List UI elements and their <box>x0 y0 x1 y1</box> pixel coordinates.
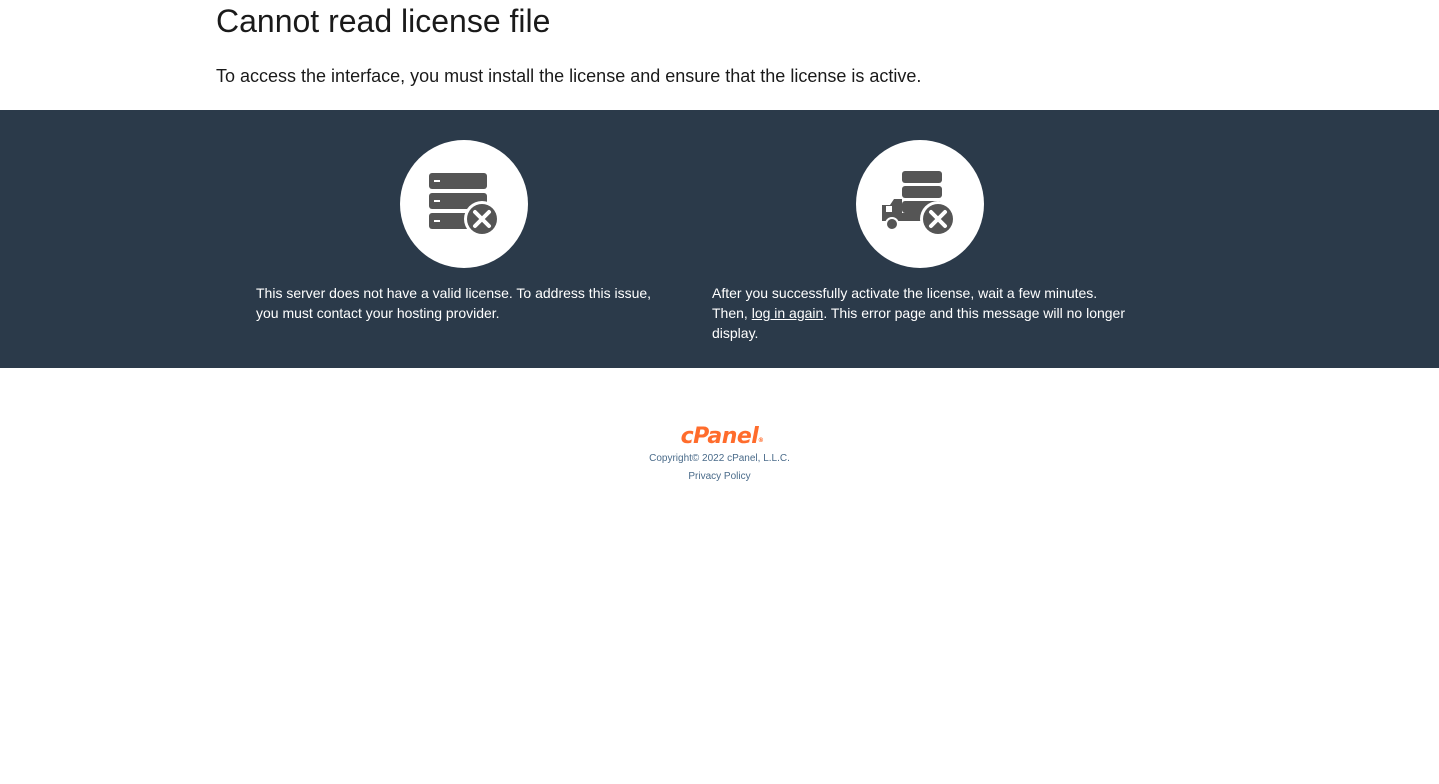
cpanel-logo-text: cPanel <box>680 424 759 449</box>
activation-message: After you successfully activate the lice… <box>712 283 1132 343</box>
info-panel-no-license: This server does not have a valid licens… <box>256 110 676 368</box>
page-subtitle: To access the interface, you must instal… <box>216 66 922 86</box>
page-footer: cPanel ® Copyright© 2022 cPanel, L.L.C. P… <box>0 424 1439 484</box>
server-error-icon <box>400 140 528 268</box>
copyright-text: Copyright© 2022 cPanel, L.L.C. <box>649 453 790 464</box>
privacy-policy-link[interactable]: Privacy Policy <box>688 470 750 484</box>
registered-mark: ® <box>757 437 764 444</box>
server-delivery-error-icon <box>856 140 984 268</box>
info-band: This server does not have a valid licens… <box>0 110 1439 368</box>
cpanel-logo: cPanel ® <box>680 424 764 450</box>
page-header: Cannot read license file To access the i… <box>0 0 1439 110</box>
no-license-message: This server does not have a valid licens… <box>256 285 652 321</box>
page-title: Cannot read license file <box>216 3 551 39</box>
info-panel-activation: After you successfully activate the lice… <box>712 110 1132 368</box>
log-in-again-link[interactable]: log in again <box>752 305 824 321</box>
